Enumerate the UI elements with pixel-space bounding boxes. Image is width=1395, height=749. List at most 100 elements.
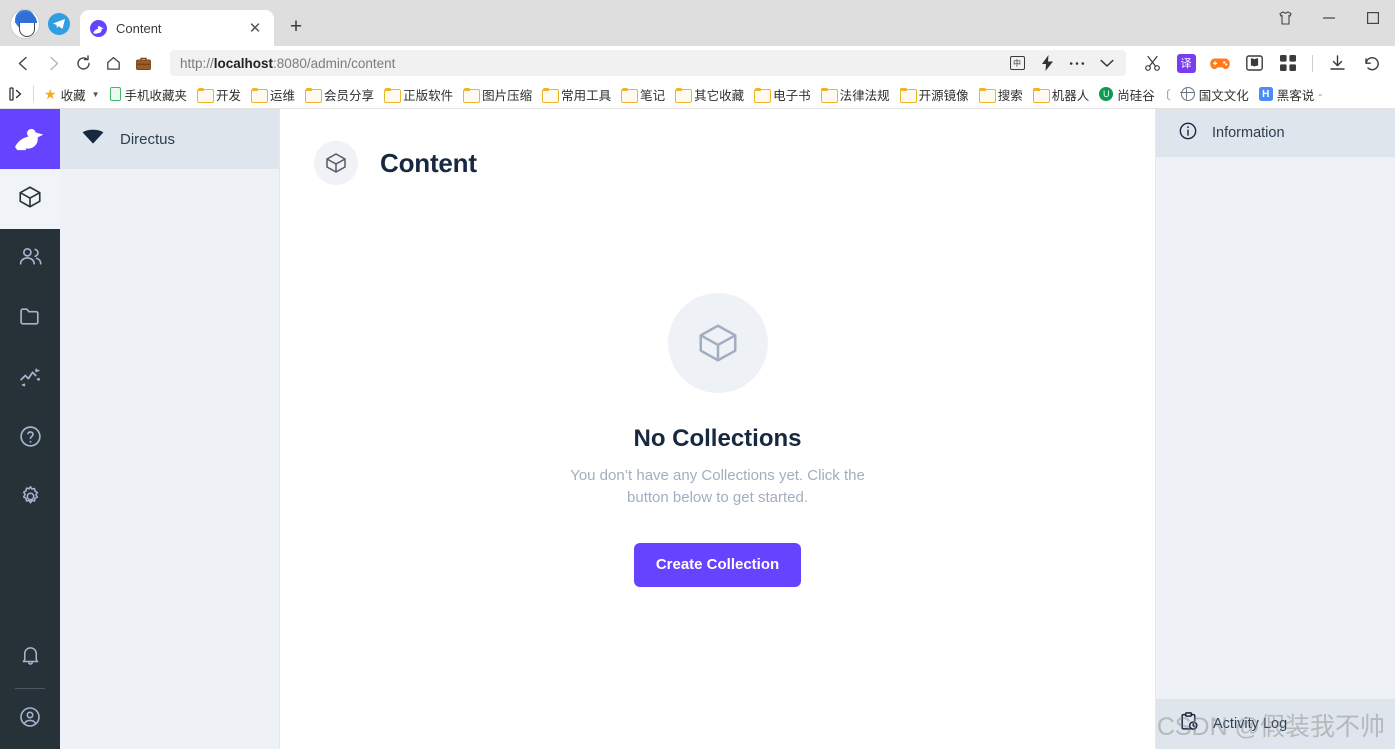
bookmark-label: 会员分享	[324, 88, 375, 103]
url-bar[interactable]: http://localhost:8080/admin/content 中	[170, 50, 1126, 76]
bookmark-label: 国文文化	[1198, 88, 1249, 103]
folder-icon	[197, 87, 215, 103]
game-controller-icon[interactable]	[1204, 50, 1236, 76]
bookmark-item[interactable]: 正版软件	[379, 83, 458, 106]
sidebar-item-files[interactable]	[0, 289, 60, 349]
activity-log-header[interactable]: Activity Log CSDN @假装我不帅	[1156, 699, 1395, 749]
maximize-icon[interactable]	[1351, 4, 1395, 32]
folder-icon	[18, 304, 43, 334]
chevron-down-icon[interactable]	[1094, 52, 1120, 74]
downloads-icon[interactable]	[1321, 50, 1353, 76]
notifications-button[interactable]	[0, 628, 60, 688]
module-bar	[0, 109, 60, 749]
extensions-grid-icon[interactable]	[1272, 50, 1304, 76]
bookmark-item[interactable]: 国文文化	[1176, 83, 1254, 106]
globe-icon	[1180, 86, 1195, 101]
bookmark-label: 搜索	[997, 88, 1023, 103]
folder-icon	[978, 87, 996, 103]
bell-icon	[19, 644, 42, 672]
directus-logo-button[interactable]	[0, 109, 60, 169]
translate-badge-icon[interactable]: 译	[1170, 50, 1202, 76]
theme-skin-icon[interactable]	[1263, 4, 1307, 32]
page-title: Content	[380, 147, 477, 178]
screenshot-scissors-icon[interactable]	[1136, 50, 1168, 76]
url-text: http://localhost:8080/admin/content	[180, 55, 396, 71]
users-icon	[18, 244, 43, 274]
more-options-icon[interactable]	[1064, 52, 1090, 74]
bookmark-label: 尚硅谷	[1117, 88, 1155, 103]
nav-sidebar-body	[60, 169, 279, 749]
information-panel-header[interactable]: Information	[1156, 109, 1395, 157]
sidebar-item-content[interactable]	[0, 169, 60, 229]
minimize-icon[interactable]	[1307, 4, 1351, 32]
bookmark-item[interactable]: 运维	[246, 83, 300, 106]
close-icon[interactable]: ✕	[246, 19, 264, 37]
bookmark-label: 笔记	[640, 88, 666, 103]
bookmark-item[interactable]: 笔记	[616, 83, 670, 106]
back-arrow-icon[interactable]	[8, 49, 38, 77]
toolbar-divider	[1312, 54, 1313, 72]
folder-icon	[820, 87, 838, 103]
bookmark-label: 开发	[216, 88, 242, 103]
history-back-icon[interactable]	[1355, 50, 1387, 76]
bookmark-trailing: 〔	[1158, 87, 1171, 102]
bookmark-item[interactable]: 图片压缩	[458, 83, 537, 106]
browser-navbar: http://localhost:8080/admin/content 中 译	[0, 46, 1395, 80]
bookmark-item[interactable]: U 尚硅谷 〔	[1094, 83, 1176, 106]
bookmark-item[interactable]: 手机收藏夹	[105, 83, 193, 106]
project-name: Directus	[120, 130, 176, 148]
forward-arrow-icon[interactable]	[38, 49, 68, 77]
h-square-icon: H	[1258, 87, 1273, 101]
reading-mode-icon[interactable]	[1238, 50, 1270, 76]
window-controls	[1263, 4, 1395, 32]
lightning-icon[interactable]	[1034, 52, 1060, 74]
folder-icon	[1032, 87, 1050, 103]
bookmark-item[interactable]: 法律法规	[816, 83, 895, 106]
bookmark-label: 其它收藏	[694, 88, 745, 103]
sidebar-item-users[interactable]	[0, 229, 60, 289]
page-header: Content	[280, 133, 1155, 193]
gear-icon	[18, 484, 43, 514]
bookmark-item[interactable]: 开源镜像	[895, 83, 974, 106]
sidebar-item-settings[interactable]	[0, 469, 60, 529]
browser-toolbar-icons: 译	[1136, 50, 1387, 76]
sidebar-item-insights[interactable]	[0, 349, 60, 409]
new-tab-button[interactable]: +	[282, 12, 310, 40]
chevron-down-icon[interactable]: ▼	[92, 90, 100, 99]
bookmark-item[interactable]: 开发	[192, 83, 246, 106]
browser-tab[interactable]: Content ✕	[80, 10, 274, 46]
information-panel-title: Information	[1212, 125, 1285, 141]
bookmark-label: 法律法规	[839, 88, 890, 103]
bookmark-item[interactable]: 常用工具	[537, 83, 616, 106]
folder-icon	[251, 87, 269, 103]
bookmark-label: 电子书	[773, 88, 811, 103]
translate-icon[interactable]: 中	[1004, 52, 1030, 74]
project-header[interactable]: Directus	[60, 109, 279, 169]
browser-titlebar: Content ✕ +	[0, 0, 1395, 46]
briefcase-icon[interactable]	[128, 49, 158, 77]
create-collection-button[interactable]: Create Collection	[633, 542, 802, 587]
help-circle-icon	[18, 424, 43, 454]
info-circle-icon	[1178, 121, 1198, 146]
bookmark-item[interactable]: H 黑客说 -	[1254, 83, 1328, 106]
bookmark-label: 常用工具	[561, 88, 612, 103]
bookmark-item[interactable]: ★ 收藏 ▼	[39, 83, 105, 106]
home-icon[interactable]	[98, 49, 128, 77]
sidepanel-toggle-icon[interactable]	[6, 87, 28, 101]
user-menu-button[interactable]	[0, 689, 60, 749]
phone-icon	[109, 87, 121, 101]
url-host: localhost	[213, 55, 274, 71]
bookmark-item[interactable]: 其它收藏	[670, 83, 749, 106]
bookmark-label: 图片压缩	[482, 88, 533, 103]
star-icon: ★	[44, 86, 57, 102]
bookmark-item[interactable]: 搜索	[974, 83, 1028, 106]
reload-icon[interactable]	[68, 49, 98, 77]
bookmark-item[interactable]: 电子书	[749, 83, 816, 106]
browser-profile-avatar[interactable]	[10, 9, 40, 39]
telegram-shortcut-icon[interactable]	[48, 13, 70, 35]
bookmark-item[interactable]: 会员分享	[300, 83, 379, 106]
bookmark-item[interactable]: 机器人	[1028, 83, 1095, 106]
bookmark-label: 机器人	[1051, 88, 1090, 103]
sidebar-item-docs[interactable]	[0, 409, 60, 469]
folder-icon	[542, 87, 560, 103]
